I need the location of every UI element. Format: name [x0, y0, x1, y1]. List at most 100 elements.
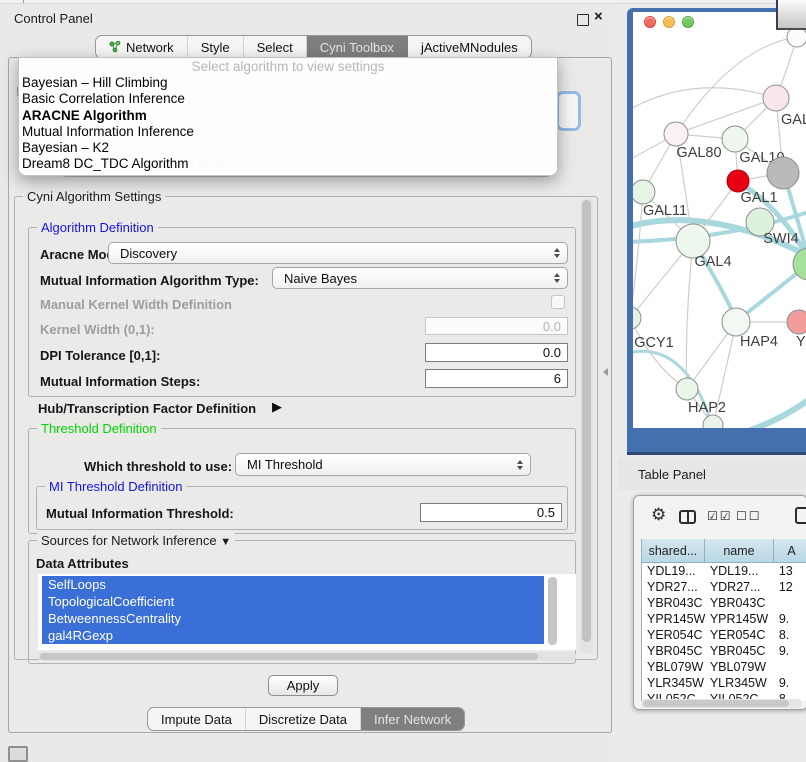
network-canvas[interactable]: GALGAL80GAL10GAL1GAL11SWI4GAL4GCY1HAP4YH…: [633, 12, 806, 428]
top-sliver-tick: [23, 0, 24, 3]
data-attribute-item[interactable]: BetweennessCentrality: [42, 610, 544, 627]
node-label: GCY1: [634, 335, 674, 351]
network-node-hap2[interactable]: [676, 378, 698, 400]
tab-jactivemnodules[interactable]: jActiveMNodules: [408, 36, 531, 58]
data-attribute-item[interactable]: TopologicalCoefficient: [42, 593, 544, 610]
network-node-gcy1[interactable]: [633, 307, 641, 329]
settings-scrollbar-thumb[interactable]: [582, 200, 591, 642]
table-row[interactable]: YLR345WYLR345W9.: [642, 675, 806, 691]
algorithm-option[interactable]: Basic Correlation Inference: [19, 91, 557, 107]
tab-cyni-toolbox[interactable]: Cyni Toolbox: [307, 36, 408, 58]
network-node[interactable]: [703, 415, 723, 428]
network-node-gal[interactable]: [763, 85, 789, 111]
table-row[interactable]: YER054CYER054C8.: [642, 627, 806, 643]
network-node-gal1[interactable]: [727, 170, 749, 192]
network-node-gal10[interactable]: [722, 126, 748, 152]
network-node-y[interactable]: [787, 310, 806, 334]
table-row[interactable]: YDL19...YDL19...13: [642, 563, 806, 579]
network-node-gal11[interactable]: [633, 180, 655, 204]
close-icon[interactable]: ×: [594, 8, 603, 25]
table-cell: YBR045C: [642, 643, 705, 659]
network-nodes: GALGAL80GAL10GAL1GAL11SWI4GAL4GCY1HAP4YH…: [633, 27, 806, 428]
table-row[interactable]: YBR043CYBR043C: [642, 595, 806, 611]
resize-handle-icon[interactable]: [603, 368, 608, 376]
network-node-gal80[interactable]: [664, 122, 688, 146]
table-row[interactable]: YBL079WYBL079W: [642, 659, 806, 675]
tab-discretize-data[interactable]: Discretize Data: [246, 708, 361, 730]
table-row[interactable]: YDR27...YDR27...12: [642, 579, 806, 595]
mi-steps-value: 6: [554, 371, 561, 386]
mi-type-label: Mutual Information Algorithm Type:: [40, 273, 259, 288]
expand-arrow-icon[interactable]: ▶: [272, 399, 282, 415]
table-cell: [774, 659, 806, 675]
node-label: SWI4: [763, 231, 798, 247]
select-all-icon[interactable]: ☑☑: [707, 509, 733, 523]
mi-type-combo[interactable]: Naive Bayes: [272, 267, 568, 289]
algorithm-option[interactable]: Mutual Information Inference: [19, 124, 557, 140]
network-node-hap4[interactable]: [722, 308, 750, 336]
node-label: GAL11: [643, 203, 687, 219]
table-cell: YBR045C: [705, 643, 774, 659]
table-hscrollbar-track[interactable]: [641, 699, 802, 708]
dpi-tolerance-label: DPI Tolerance [0,1]:: [40, 348, 160, 363]
mi-steps-field[interactable]: 6: [425, 369, 568, 388]
aracne-mode-combo[interactable]: Discovery: [108, 242, 568, 264]
gear-icon[interactable]: ⚙: [651, 505, 666, 525]
tab-network[interactable]: Network: [96, 36, 188, 58]
table-hscrollbar-thumb[interactable]: [643, 700, 789, 707]
node-label: Y: [796, 334, 806, 350]
algorithm-option[interactable]: ARACNE Algorithm: [19, 108, 557, 124]
minimize-traffic-light[interactable]: [663, 16, 675, 28]
settings-scrollbar-track[interactable]: [580, 198, 593, 654]
table-column-header[interactable]: A: [774, 539, 806, 563]
algorithm-dropdown-items: Bayesian – Hill ClimbingBasic Correlatio…: [19, 75, 557, 173]
table-column-header[interactable]: shared...: [642, 539, 705, 563]
tab-select[interactable]: Select: [244, 36, 307, 58]
table-cell: YLR345W: [642, 675, 705, 691]
tab-label: Impute Data: [161, 712, 232, 727]
panel-icon[interactable]: [795, 507, 806, 524]
attributes-hscrollbar-track[interactable]: [38, 652, 576, 661]
collapse-arrow-icon[interactable]: ▼: [220, 536, 231, 548]
mi-threshold-field[interactable]: 0.5: [420, 503, 562, 522]
apply-button[interactable]: Apply: [268, 675, 338, 696]
floating-panel-icon[interactable]: [8, 746, 28, 762]
attributes-hscrollbar-thumb[interactable]: [40, 653, 538, 660]
which-threshold-value: MI Threshold: [247, 457, 323, 472]
table-row[interactable]: YPR145WYPR145W9.: [642, 611, 806, 627]
network-node-gal4[interactable]: [676, 224, 710, 258]
tab-infer-network[interactable]: Infer Network: [361, 708, 464, 730]
which-threshold-combo[interactable]: MI Threshold: [235, 453, 531, 476]
network-node[interactable]: [787, 27, 806, 47]
attributes-scrollbar-thumb[interactable]: [548, 577, 557, 645]
kernel-width-value: 0.0: [543, 319, 561, 334]
table-cell: YDL19...: [705, 563, 774, 579]
control-panel-tabs: NetworkStyle Select Cyni Toolbox jActiveMNo…: [95, 35, 532, 59]
columns-icon[interactable]: [679, 510, 696, 524]
algorithm-dropdown-popup: Select algorithm to view settings Bayesi…: [18, 57, 558, 176]
table-row[interactable]: YBR045CYBR045C9.: [642, 643, 806, 659]
manual-kernel-checkbox[interactable]: [551, 295, 565, 309]
close-traffic-light[interactable]: [644, 16, 656, 28]
algorithm-option[interactable]: Dream8 DC_TDC Algorithm: [19, 156, 557, 172]
table-column-header[interactable]: name: [705, 539, 774, 563]
focused-combo-fragment[interactable]: [559, 94, 578, 128]
deselect-all-icon[interactable]: ☐☐: [736, 509, 762, 523]
tab-impute-data[interactable]: Impute Data: [148, 708, 246, 730]
data-attribute-item[interactable]: gal4RGexp: [42, 627, 544, 644]
zoom-traffic-light[interactable]: [682, 16, 694, 28]
algorithm-option[interactable]: Bayesian – Hill Climbing: [19, 75, 557, 91]
dpi-tolerance-field[interactable]: 0.0: [425, 343, 568, 362]
algorithm-definition-title: Algorithm Definition: [37, 220, 158, 235]
table-cell: YER054C: [642, 627, 705, 643]
data-attribute-item[interactable]: SelfLoops: [42, 576, 544, 593]
tab-label: Select: [257, 40, 293, 55]
network-node[interactable]: [767, 157, 799, 189]
cyni-bottom-tabs: Impute Data Discretize DataInfer Network: [147, 707, 465, 731]
algorithm-option[interactable]: Bayesian – K2: [19, 140, 557, 156]
node-label: HAP2: [688, 400, 726, 416]
kernel-width-field[interactable]: 0.0: [425, 317, 568, 335]
float-icon[interactable]: [577, 14, 589, 26]
tab-style[interactable]: Style: [188, 36, 244, 58]
tab-label: jActiveMNodules: [421, 40, 518, 55]
